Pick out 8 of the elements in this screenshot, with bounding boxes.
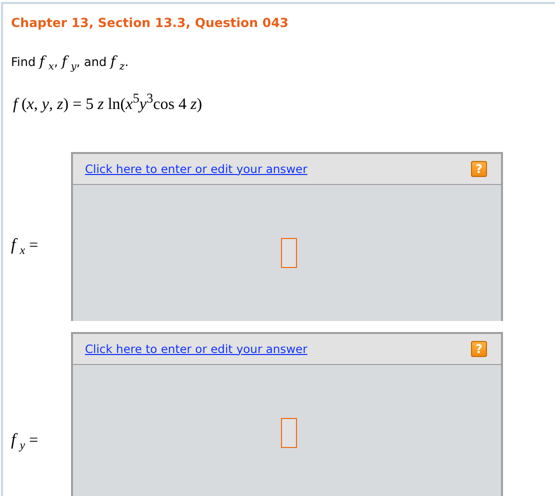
derivative-label: f $_{y}$ = <box>11 429 38 454</box>
answer-input[interactable] <box>281 238 297 268</box>
function-formula: f (x, y, z) = 5 z ln(x$^{5}$y$^{3}$cos 4 z) <box>13 96 202 113</box>
question-heading: Chapter 13, Section 13.3, Question 043 <box>11 15 290 30</box>
edit-answer-link[interactable]: Click here to enter or edit your answer <box>85 342 308 356</box>
edit-answer-link[interactable]: Click here to enter or edit your answer <box>85 162 308 176</box>
answer-input[interactable] <box>281 418 297 448</box>
derivative-label: f $_{x}$ = <box>11 234 38 258</box>
